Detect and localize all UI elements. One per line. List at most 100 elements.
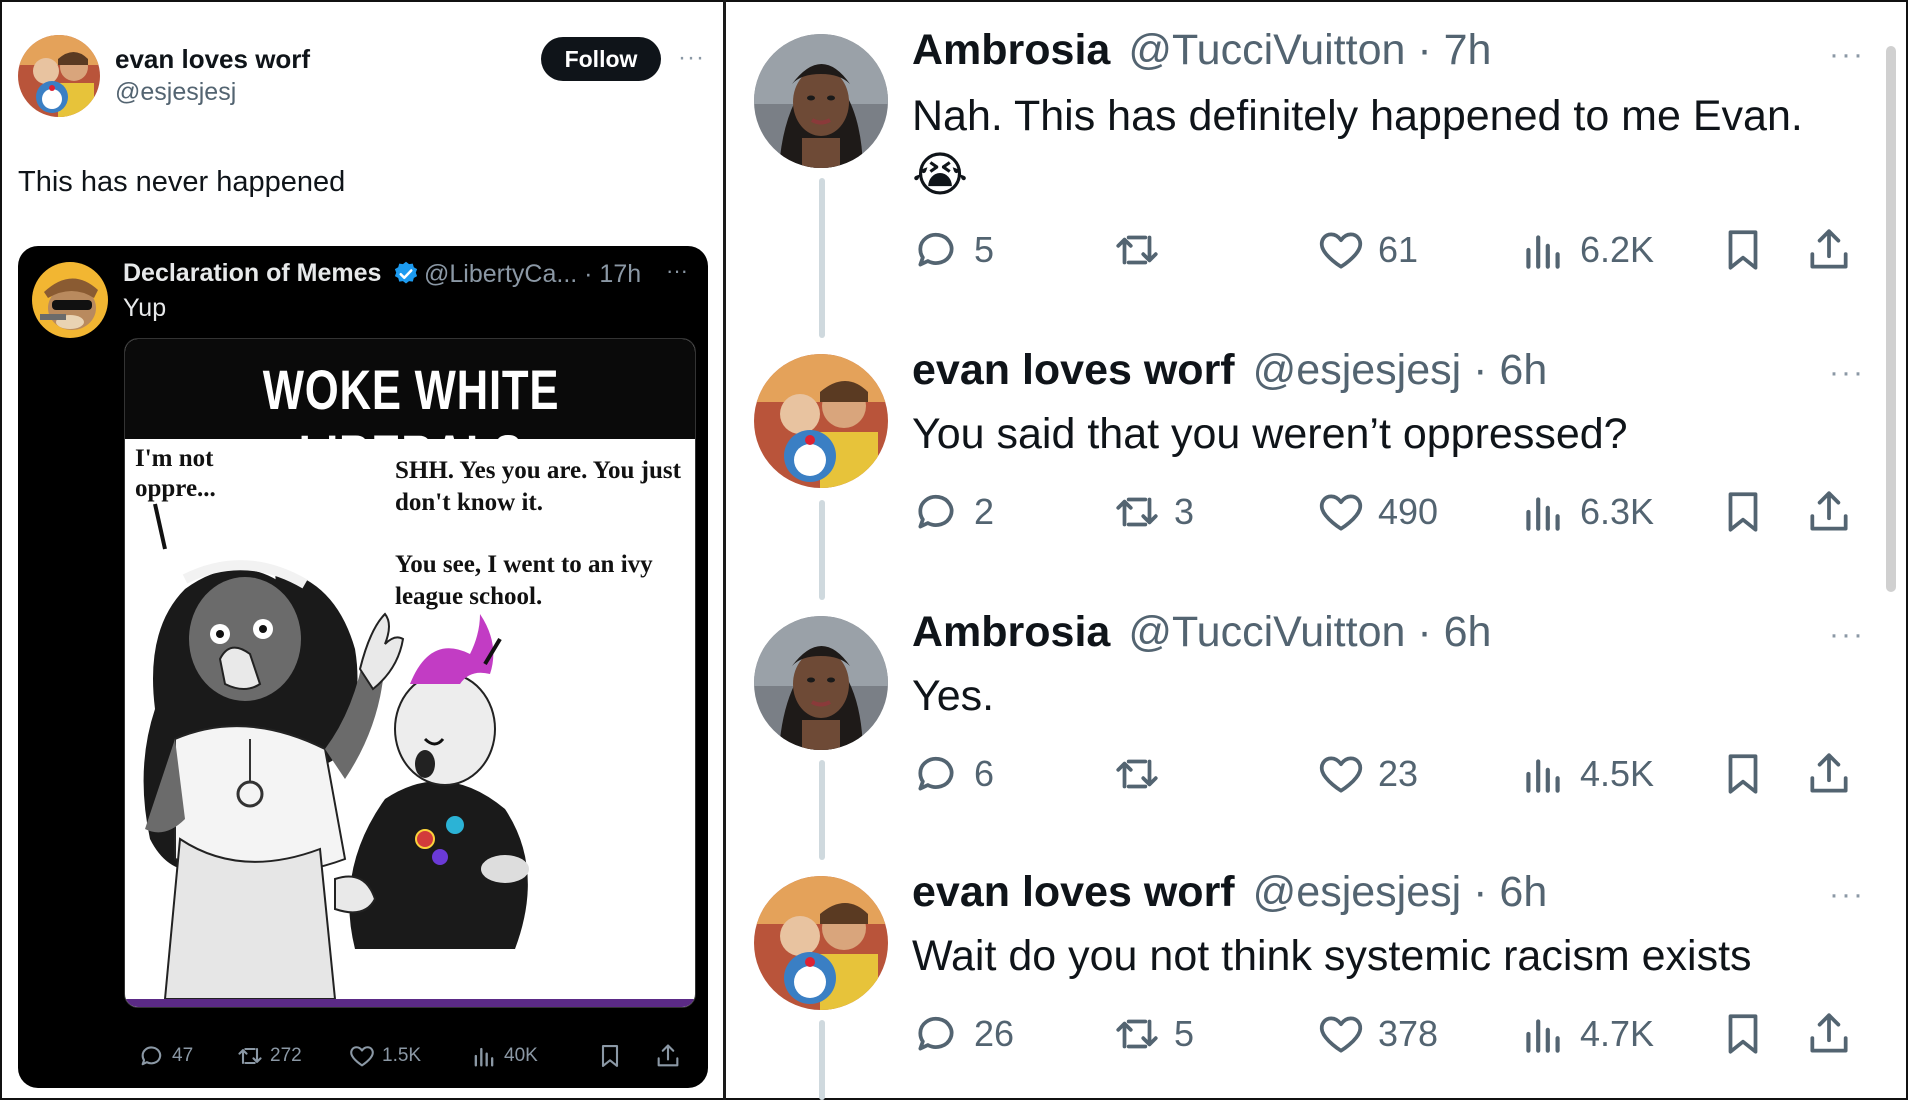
bookmark-icon — [1728, 754, 1758, 794]
share-button[interactable] — [1804, 746, 1854, 802]
like-button[interactable]: 61 — [1316, 222, 1418, 278]
quoted-text: Yup — [123, 294, 167, 322]
reply-icon — [918, 494, 954, 529]
views-button[interactable]: 4.7K — [1518, 1006, 1654, 1062]
meme-image[interactable]: WOKE WHITE LIBERALS I'm not oppre... SHH… — [124, 338, 696, 1008]
more-options-icon[interactable]: ··· — [1829, 618, 1865, 652]
quoted-author-handle[interactable]: @LibertyCa... · 17h — [424, 260, 641, 289]
bookmark-button[interactable] — [1718, 746, 1768, 802]
like-button[interactable]: 1.5K — [348, 1042, 421, 1070]
author-name[interactable]: evan loves worf — [115, 44, 310, 75]
views-chart-icon — [1526, 235, 1560, 269]
bookmark-button[interactable] — [1718, 222, 1768, 278]
like-count: 23 — [1378, 753, 1419, 794]
crying-emoji: 😭 — [912, 149, 969, 202]
share-button[interactable] — [654, 1042, 682, 1070]
post-header: evan loves worf @esjesjesj · 6h — [912, 346, 1547, 395]
quoted-tweet[interactable]: Declaration of Memes @LibertyCa... · 17h… — [18, 246, 708, 1088]
thread-line — [819, 500, 825, 600]
view-count: 4.7K — [1580, 1013, 1655, 1054]
post-text-line: Nah. This has definitely happened to me … — [912, 92, 1803, 140]
views-button[interactable]: 40K — [470, 1042, 538, 1070]
quoted-author-name[interactable]: Declaration of Memes — [123, 259, 381, 288]
more-options-icon[interactable]: ··· — [1829, 356, 1865, 390]
retweet-button[interactable] — [1112, 746, 1174, 802]
views-button[interactable]: 4.5K — [1518, 746, 1654, 802]
left-tweet-panel: evan loves worf @esjesjesj Follow ··· Th… — [0, 0, 723, 1100]
meme-speech-left: I'm not oppre... — [135, 445, 216, 502]
scrollbar[interactable] — [1886, 46, 1896, 592]
follow-button[interactable]: Follow — [541, 37, 661, 81]
quoted-more-icon[interactable]: ··· — [666, 258, 688, 284]
reply-icon — [141, 1046, 162, 1066]
heart-icon — [350, 1046, 374, 1067]
share-icon — [657, 1044, 679, 1067]
avatar[interactable] — [754, 616, 888, 750]
bookmark-button[interactable] — [596, 1042, 624, 1070]
heart-icon — [1319, 1016, 1363, 1053]
view-count: 40K — [504, 1045, 538, 1066]
retweet-button[interactable]: 272 — [236, 1042, 302, 1070]
bookmark-button[interactable] — [1718, 1006, 1768, 1062]
avatar[interactable] — [754, 34, 888, 168]
avatar[interactable] — [754, 354, 888, 488]
views-chart-icon — [474, 1047, 494, 1067]
quoted-avatar[interactable] — [32, 262, 108, 338]
like-count: 490 — [1378, 491, 1439, 532]
reply-button[interactable]: 26 — [912, 1006, 1014, 1062]
bookmark-icon — [1728, 492, 1758, 532]
action-bar: 26 5 378 4.7K — [912, 1006, 1862, 1062]
author-name[interactable]: evan loves worf — [912, 868, 1235, 917]
reply-button[interactable]: 6 — [912, 746, 994, 802]
like-count: 378 — [1378, 1013, 1439, 1054]
reply-button[interactable]: 2 — [912, 484, 994, 540]
share-icon — [1810, 491, 1848, 531]
share-icon — [1810, 229, 1848, 269]
retweet-button[interactable] — [1112, 222, 1174, 278]
author-handle-time[interactable]: @TucciVuitton · 7h — [1128, 26, 1491, 75]
share-button[interactable] — [1804, 222, 1854, 278]
author-name[interactable]: Ambrosia — [912, 26, 1110, 75]
reply-icon — [918, 1016, 954, 1051]
share-button[interactable] — [1804, 484, 1854, 540]
reply-count: 5 — [974, 229, 995, 270]
views-button[interactable]: 6.2K — [1518, 222, 1654, 278]
author-name[interactable]: Ambrosia — [912, 608, 1110, 657]
post-header: Ambrosia @TucciVuitton · 7h — [912, 26, 1491, 75]
share-button[interactable] — [1804, 1006, 1854, 1062]
thread-line — [819, 1020, 825, 1100]
like-button[interactable]: 378 — [1316, 1006, 1438, 1062]
tweet-text: This has never happened — [18, 166, 346, 198]
reply-button[interactable]: 5 — [912, 222, 994, 278]
reply-count: 47 — [172, 1045, 194, 1066]
author-handle[interactable]: @esjesjesj — [115, 78, 236, 107]
views-button[interactable]: 6.3K — [1518, 484, 1654, 540]
more-options-icon[interactable]: ··· — [678, 44, 705, 72]
author-handle-time[interactable]: @esjesjesj · 6h — [1253, 868, 1548, 917]
like-button[interactable]: 23 — [1316, 746, 1418, 802]
verified-badge-icon — [394, 261, 418, 284]
avatar[interactable] — [18, 35, 100, 117]
views-chart-icon — [1526, 497, 1560, 531]
author-handle-time[interactable]: @TucciVuitton · 6h — [1128, 608, 1491, 657]
retweet-count: 272 — [270, 1045, 302, 1066]
retweet-button[interactable]: 5 — [1112, 1006, 1194, 1062]
like-button[interactable]: 490 — [1316, 484, 1438, 540]
more-options-icon[interactable]: ··· — [1829, 878, 1865, 912]
bookmark-icon — [1728, 230, 1758, 270]
reply-button[interactable]: 47 — [138, 1042, 193, 1070]
author-handle-time[interactable]: @esjesjesj · 6h — [1253, 346, 1548, 395]
avatar[interactable] — [754, 876, 888, 1010]
post-header: evan loves worf @esjesjesj · 6h — [912, 868, 1547, 917]
more-options-icon[interactable]: ··· — [1829, 38, 1865, 72]
thread-line — [819, 760, 825, 860]
retweet-icon — [1116, 235, 1158, 265]
retweet-icon — [1116, 759, 1158, 789]
post-text: Wait do you not think systemic racism ex… — [912, 932, 1752, 980]
retweet-count: 5 — [1174, 1013, 1195, 1054]
bookmark-button[interactable] — [1718, 484, 1768, 540]
views-chart-icon — [1526, 759, 1560, 793]
retweet-button[interactable]: 3 — [1112, 484, 1194, 540]
author-name[interactable]: evan loves worf — [912, 346, 1235, 395]
bookmark-icon — [1728, 1014, 1758, 1054]
